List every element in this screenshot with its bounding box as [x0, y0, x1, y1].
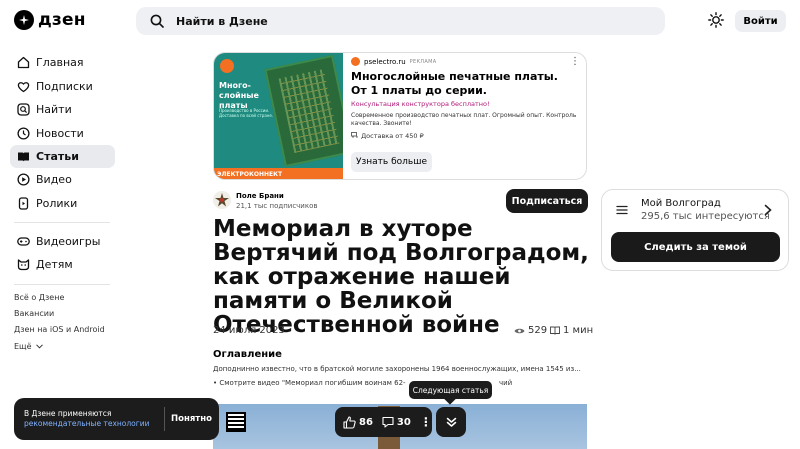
search-icon: [150, 14, 164, 28]
about-dzen-link[interactable]: Всё о Дзене: [14, 293, 64, 302]
chevron-down-icon: [35, 344, 43, 349]
sidebar-item-subscriptions[interactable]: Подписки: [10, 75, 115, 98]
likes-count: 86: [359, 416, 373, 428]
eye-icon: [514, 328, 525, 333]
delivery-icon: [351, 132, 358, 138]
ad-tag: РЕКЛАМА: [409, 58, 437, 65]
gamepad-icon: [17, 237, 30, 246]
ad-image-subtitle: Производство в России. Доставка по всей …: [219, 108, 274, 118]
article-title: Мемориал в хуторе Вертячий под Волгоград…: [213, 216, 589, 338]
sidebar-item-label: Новости: [36, 127, 84, 140]
ad-card[interactable]: Много- слойные платы Производство в Росс…: [213, 52, 587, 180]
toc-title: Оглавление: [213, 349, 282, 360]
sidebar-item-articles[interactable]: Статьи: [10, 145, 115, 168]
ad-learn-more-button[interactable]: Узнать больше: [351, 152, 432, 172]
sidebar-item-label: Видеоигры: [36, 235, 101, 248]
article-read-time: 1 мин: [550, 325, 593, 336]
like-button[interactable]: 86: [343, 415, 373, 429]
more-menu[interactable]: Ещё: [14, 342, 43, 351]
channel-name[interactable]: Поле Брани: [236, 192, 284, 200]
read-time-value: 1 мин: [563, 325, 594, 336]
shorts-icon: [18, 197, 29, 210]
dzen-logo-icon: [14, 10, 34, 30]
home-icon: [17, 56, 30, 69]
qr-code-icon: [226, 412, 246, 432]
ad-image-brand: ЭЛЕКТРОКОННЕКТ: [214, 168, 343, 179]
ad-title[interactable]: Многослойные печатные платы. От 1 платы …: [351, 70, 571, 98]
topic-name[interactable]: Мой Волгоград: [641, 198, 721, 209]
ad-domain-text: pselectro.ru: [364, 57, 406, 66]
kids-icon: [17, 259, 30, 271]
apps-link[interactable]: Дзен на iOS и Android: [14, 325, 105, 334]
article-date: 24 июля 2023: [213, 325, 285, 336]
comments-button[interactable]: 30: [382, 416, 411, 428]
favicon-icon: [351, 57, 360, 66]
sidebar-divider: [14, 222, 110, 223]
more-options-icon[interactable]: ⋮: [420, 415, 432, 429]
comment-icon: [382, 416, 394, 428]
sidebar-item-search[interactable]: Найти: [10, 98, 115, 121]
search-input[interactable]: Найти в Дзене: [136, 7, 665, 35]
channel-avatar[interactable]: [213, 191, 231, 209]
sidebar-item-label: Видео: [36, 173, 72, 186]
sidebar-item-kids[interactable]: Детям: [10, 253, 115, 276]
toc-item[interactable]: Доподнинно известно, что в братской моги…: [213, 365, 583, 373]
thumbs-up-icon: [343, 415, 356, 429]
login-button[interactable]: Войти: [735, 10, 786, 32]
sidebar-item-label: Ролики: [36, 197, 78, 210]
theme-toggle-icon[interactable]: [708, 12, 724, 28]
toc-item-tail: чий: [499, 379, 513, 387]
comments-count: 30: [396, 416, 411, 428]
sidebar-item-label: Главная: [36, 56, 84, 69]
sidebar-item-home[interactable]: Главная: [10, 51, 115, 74]
articles-icon: [18, 152, 29, 162]
subscribe-button[interactable]: Подписаться: [506, 189, 588, 213]
ad-domain: pselectro.ru РЕКЛАМА: [351, 57, 436, 66]
channel-subscribers: 21,1 тыс подписчиков: [236, 202, 318, 210]
sidebar-divider: [14, 284, 110, 285]
follow-topic-button[interactable]: Следить за темой: [611, 232, 780, 262]
book-icon: [550, 326, 560, 335]
more-label: Ещё: [14, 342, 32, 351]
ad-image-title: Много- слойные платы: [219, 81, 259, 110]
sidebar-item-label: Детям: [36, 258, 73, 271]
menu-icon: [616, 205, 628, 215]
next-article-tooltip: Следующая статья: [409, 381, 492, 399]
ad-price: Доставка от 450 ₽: [351, 132, 424, 140]
search-placeholder: Найти в Дзене: [176, 14, 268, 28]
ad-description: Современное производство печатных плат. …: [351, 112, 577, 127]
next-article-button[interactable]: [436, 407, 466, 437]
vacancies-link[interactable]: Вакансии: [14, 309, 54, 318]
ad-more-icon[interactable]: ⋮: [570, 56, 580, 67]
search-icon: [17, 103, 30, 116]
cookie-message: В Дзене применяются: [24, 409, 112, 418]
views-count: 529: [528, 325, 548, 336]
cookie-text: В Дзене применяются рекомендательные тех…: [24, 409, 149, 429]
sidebar-item-shorts[interactable]: Ролики: [10, 192, 115, 215]
dzen-logo[interactable]: дзен: [14, 10, 86, 30]
sidebar-item-label: Подписки: [36, 80, 93, 93]
cookie-divider: [164, 407, 165, 431]
double-chevron-down-icon: [446, 417, 456, 427]
ad-brand-logo-icon: [220, 59, 234, 73]
toc-item[interactable]: • Смотрите видео "Мемориал погибшим воин…: [213, 379, 406, 387]
ad-promo: Консультация конструктора бесплатно!: [351, 100, 490, 108]
reaction-bar: 86 30 ⋮: [335, 407, 432, 437]
article-views: 529: [514, 325, 547, 336]
ad-price-text: Доставка от 450 ₽: [361, 132, 424, 140]
sidebar-item-label: Статьи: [36, 150, 79, 163]
news-icon: [17, 127, 30, 140]
video-icon: [17, 173, 30, 186]
cookie-ok-button[interactable]: Понятно: [171, 414, 212, 424]
topic-subscribers: 295,6 тыс интересуются: [641, 211, 770, 222]
sidebar-item-video[interactable]: Видео: [10, 168, 115, 191]
sidebar-item-news[interactable]: Новости: [10, 122, 115, 145]
sidebar-item-videogames[interactable]: Видеоигры: [10, 230, 115, 253]
logo-text: дзен: [38, 10, 86, 30]
recommendation-tech-link[interactable]: рекомендательные технологии: [24, 419, 149, 429]
subscriptions-icon: [17, 82, 30, 93]
ad-image: Много- слойные платы Производство в Росс…: [214, 53, 343, 179]
chevron-right-icon[interactable]: [764, 204, 772, 216]
sidebar-item-label: Найти: [36, 103, 72, 116]
